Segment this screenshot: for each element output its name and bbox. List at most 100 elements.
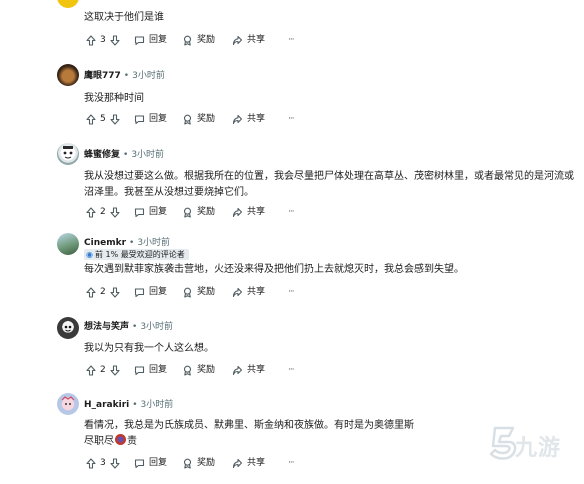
award-label: 奖励 [197, 365, 216, 375]
upvote-icon[interactable] [86, 113, 96, 125]
reply-label: 回复 [149, 458, 168, 468]
username[interactable]: Cinemkr [84, 238, 126, 248]
vote-count: 2 [100, 287, 106, 297]
comment-meta: 鹰眼777 • 3小时前 [84, 71, 165, 81]
award-button[interactable]: 奖励 [182, 455, 215, 471]
vote-count: 2 [100, 207, 106, 217]
more-options-button[interactable]: ··· [288, 204, 295, 220]
avatar[interactable] [57, 317, 79, 339]
share-icon [232, 458, 243, 468]
reply-button[interactable]: 回复 [134, 32, 167, 48]
username[interactable]: 鹰眼777 [84, 71, 121, 81]
downvote-icon[interactable] [110, 286, 120, 298]
avatar[interactable] [57, 0, 79, 8]
downvote-icon[interactable] [110, 206, 120, 218]
vote-control: 3 [86, 455, 120, 471]
comment-actions: 2 回复 奖励 共享 ··· [86, 284, 306, 300]
award-icon [183, 114, 192, 125]
award-icon [183, 35, 192, 46]
avatar[interactable] [57, 64, 79, 86]
comment-text: 我没那种时间 [84, 93, 144, 104]
timestamp: 3小时前 [132, 71, 165, 81]
comment-meta: Cinemkr • 3小时前 [84, 238, 171, 248]
downvote-icon[interactable] [110, 34, 120, 46]
award-icon [183, 365, 192, 376]
share-label: 共享 [247, 458, 266, 468]
share-icon [232, 287, 243, 297]
more-icon: ··· [288, 114, 295, 124]
comment-text: 我从没想过要这么做。根据我所在的位置，我会尽量把尸体处理在高草丛、茂密树林里，或… [84, 171, 574, 198]
user-flair: ◉ 前 1% 最受欢迎的评论者 [84, 249, 189, 260]
timestamp: 3小时前 [140, 322, 174, 332]
timestamp: 3小时前 [140, 400, 174, 410]
upvote-icon[interactable] [86, 457, 96, 469]
reply-icon [134, 365, 145, 375]
upvote-icon[interactable] [86, 286, 96, 298]
comment-text: 这取决于他们是谁 [84, 12, 164, 23]
reply-icon [134, 207, 145, 217]
more-options-button[interactable]: ··· [288, 111, 295, 127]
comment-actions: 2 回复 奖励 共享 ··· [86, 362, 306, 378]
downvote-icon[interactable] [110, 457, 120, 469]
more-options-button[interactable]: ··· [288, 32, 295, 48]
reply-icon [134, 114, 145, 124]
share-button[interactable]: 共享 [232, 111, 265, 127]
avatar[interactable] [57, 143, 79, 165]
avatar[interactable] [57, 233, 79, 255]
vote-control: 2 [86, 362, 120, 378]
avatar[interactable] [57, 393, 79, 415]
award-button[interactable]: 奖励 [182, 362, 215, 378]
vote-control: 5 [86, 111, 120, 127]
award-button[interactable]: 奖励 [182, 204, 215, 220]
vote-count: 5 [100, 114, 106, 124]
comment-meta: H_arakiri • 3小时前 [84, 400, 174, 410]
watermark-text: 九游 [515, 436, 562, 461]
share-button[interactable]: 共享 [232, 32, 265, 48]
comment-text: 看情况，我总是为氏族成员、默弗里、斯金纳和夜族做。有时是为奥德里斯 尽职尽 责 [84, 418, 444, 450]
reply-button[interactable]: 回复 [134, 111, 167, 127]
flair-text: 前 1% 最受欢迎的评论者 [94, 250, 185, 259]
comment-meta: 蜂蜜修复 • 3小时前 [84, 150, 165, 160]
more-icon: ··· [288, 35, 295, 45]
share-label: 共享 [247, 207, 266, 217]
award-icon [183, 458, 192, 469]
vote-count: 2 [100, 365, 106, 375]
downvote-icon[interactable] [110, 113, 120, 125]
reply-label: 回复 [149, 207, 168, 217]
upvote-icon[interactable] [86, 34, 96, 46]
more-options-button[interactable]: ··· [288, 362, 295, 378]
share-label: 共享 [247, 114, 266, 124]
share-button[interactable]: 共享 [232, 455, 265, 471]
award-label: 奖励 [197, 458, 216, 468]
award-label: 奖励 [197, 35, 216, 45]
upvote-icon[interactable] [86, 364, 96, 376]
share-button[interactable]: 共享 [232, 362, 265, 378]
reply-label: 回复 [149, 35, 168, 45]
more-options-button[interactable]: ··· [288, 284, 295, 300]
award-button[interactable]: 奖励 [182, 111, 215, 127]
share-button[interactable]: 共享 [232, 284, 265, 300]
award-button[interactable]: 奖励 [182, 284, 215, 300]
downvote-icon[interactable] [110, 364, 120, 376]
reply-label: 回复 [149, 114, 168, 124]
username[interactable]: 想法与笑声 [84, 322, 129, 332]
reply-button[interactable]: 回复 [134, 455, 167, 471]
more-options-button[interactable]: ··· [288, 455, 295, 471]
timestamp: 3小时前 [137, 238, 171, 248]
reply-button[interactable]: 回复 [134, 362, 167, 378]
comment-fragment: 尽职尽 [84, 436, 114, 447]
username[interactable]: 蜂蜜修复 [84, 150, 120, 160]
username[interactable]: H_arakiri [84, 400, 129, 410]
award-button[interactable]: 奖励 [182, 32, 215, 48]
upvote-icon[interactable] [86, 206, 96, 218]
reply-label: 回复 [149, 287, 168, 297]
emoji-icon [115, 434, 126, 445]
comment-text: 我以为只有我一个人这么想。 [84, 343, 214, 354]
share-button[interactable]: 共享 [232, 204, 265, 220]
award-label: 奖励 [197, 287, 216, 297]
comment-actions: 3 回复 奖励 共享 ··· [86, 32, 306, 48]
reply-button[interactable]: 回复 [134, 284, 167, 300]
reply-button[interactable]: 回复 [134, 204, 167, 220]
vote-control: 2 [86, 204, 120, 220]
vote-control: 3 [86, 32, 120, 48]
